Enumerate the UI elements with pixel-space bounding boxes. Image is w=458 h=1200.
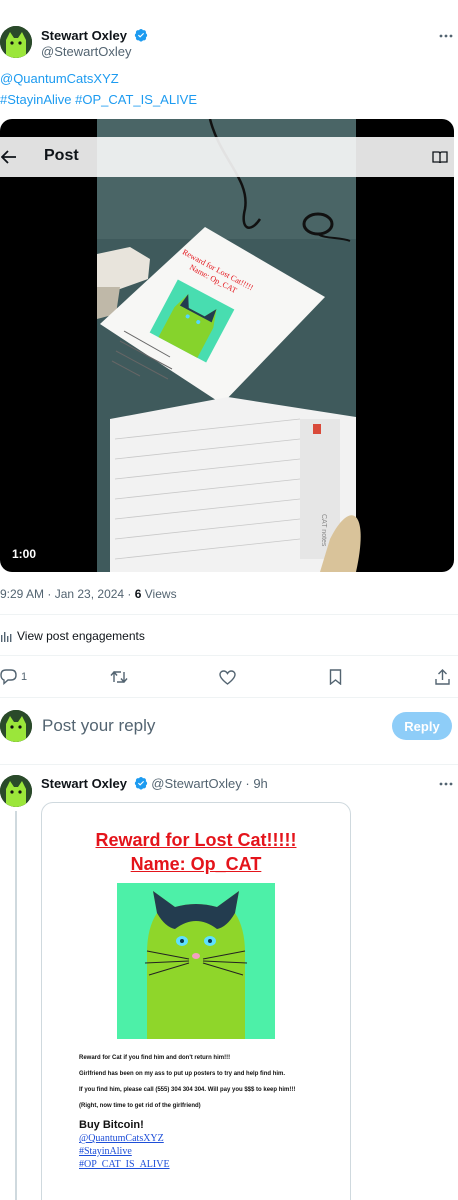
reply-author-name[interactable]: Stewart Oxley [41, 776, 127, 791]
author-handle[interactable]: @StewartOxley [41, 44, 132, 59]
cat-illustration [117, 883, 275, 1039]
poster-line: (Right, now time to get rid of the girlf… [79, 1103, 201, 1109]
author-name[interactable]: Stewart Oxley [41, 28, 148, 43]
video-player[interactable]: Reward for Lost Cat!!!!! Name: Op_CAT CA… [0, 119, 454, 572]
reply-time[interactable]: · 9h [245, 776, 267, 791]
video-overlay-header: Post [0, 137, 454, 177]
reply-header: Stewart Oxley @StewartOxley · 9h [41, 776, 268, 791]
divider [0, 614, 458, 615]
author-avatar[interactable] [0, 26, 32, 58]
reply-image[interactable]: Reward for Lost Cat!!!!! Name: Op_CAT Re… [41, 802, 351, 1200]
more-icon[interactable] [436, 777, 456, 791]
reader-icon[interactable] [430, 148, 450, 166]
poster-title-2: Name: Op_CAT [130, 854, 262, 874]
more-icon[interactable] [436, 28, 456, 44]
like-icon[interactable] [217, 667, 237, 687]
bar-chart-icon [1, 632, 12, 642]
poster-title-1: Reward for Lost Cat!!!!! [95, 830, 297, 850]
overlay-title: Post [44, 147, 79, 164]
notepad-brand: CAT notes [320, 514, 327, 547]
composer-avatar [0, 710, 32, 742]
poster-line: Reward for Cat if you find him and don't… [79, 1055, 231, 1061]
poster-link[interactable]: @QuantumCatsXYZ [79, 1133, 164, 1144]
divider [0, 697, 458, 698]
share-icon[interactable] [432, 667, 452, 687]
back-icon[interactable] [0, 147, 18, 167]
reply-action[interactable]: 1 [0, 666, 34, 688]
bookmark-icon[interactable] [325, 667, 345, 687]
reply-author-handle[interactable]: @StewartOxley [151, 776, 242, 791]
retweet-icon[interactable] [109, 667, 129, 687]
poster-link[interactable]: #StayinAlive [79, 1146, 132, 1157]
poster-link[interactable]: #OP_CAT_IS_ALIVE [79, 1159, 170, 1170]
poster-line: Girlfriend has been on my ass to put up … [79, 1071, 286, 1077]
video-frame: Reward for Lost Cat!!!!! Name: Op_CAT CA… [97, 119, 361, 572]
post-timestamp: 9:29 AM · Jan 23, 2024 · 6 Views [0, 587, 177, 601]
poster-line: If you find him, please call (555) 304 3… [79, 1087, 296, 1093]
reply-icon [0, 669, 17, 685]
post-mention-link[interactable]: @QuantumCatsXYZ [0, 71, 119, 86]
verified-icon [134, 28, 147, 42]
thread-line [15, 811, 17, 1200]
video-duration: 1:00 [12, 547, 37, 561]
post-hashtags[interactable]: #StayinAlive #OP_CAT_IS_ALIVE [0, 92, 197, 107]
reply-button[interactable]: Reply [392, 712, 452, 740]
divider [0, 655, 458, 656]
reply-author-avatar[interactable] [0, 775, 32, 807]
divider [0, 764, 458, 765]
reply-input[interactable]: Post your reply [42, 716, 155, 736]
engagements-link[interactable]: View post engagements [0, 629, 145, 643]
reply-count: 1 [21, 671, 28, 683]
buy-bitcoin: Buy Bitcoin! [79, 1119, 144, 1131]
verified-icon [134, 776, 147, 790]
